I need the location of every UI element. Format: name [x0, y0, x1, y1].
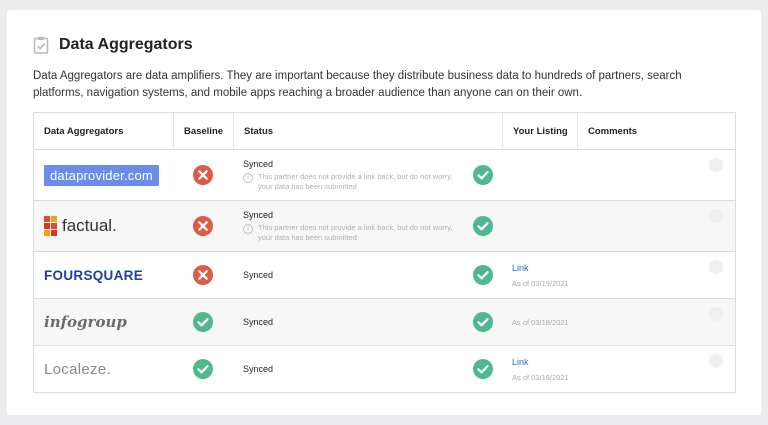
listing-date: As of 03/19/2021 [512, 278, 569, 288]
error-icon [193, 165, 213, 185]
infogroup-logo: infogroup [44, 313, 127, 331]
error-icon [193, 265, 213, 285]
table-row: dataprovider.com Synced i This partner do… [34, 150, 735, 201]
comment-icon[interactable] [709, 158, 723, 172]
status-text: Synced [243, 270, 274, 280]
comments-cell [577, 201, 735, 251]
synced-check-icon [473, 216, 493, 236]
header-listing: Your Listing [502, 113, 577, 149]
table-header: Data Aggregators Baseline Status Your Li… [34, 113, 735, 150]
comment-icon[interactable] [709, 354, 723, 368]
table-row: FOURSQUARE Synced Link As of 03/19/2021 [34, 252, 735, 299]
aggregators-table: Data Aggregators Baseline Status Your Li… [33, 112, 736, 393]
success-icon [193, 312, 213, 332]
listing-link[interactable]: Link [512, 263, 529, 273]
section-header: Data Aggregators [33, 36, 193, 54]
foursquare-logo: FOURSQUARE [44, 267, 144, 283]
status-note: i This partner does not provide a link ba… [243, 223, 458, 243]
comment-icon[interactable] [709, 209, 723, 223]
error-icon [193, 216, 213, 236]
comment-icon[interactable] [709, 260, 723, 274]
comments-cell [577, 299, 735, 345]
baseline-cell [173, 299, 233, 345]
header-baseline: Baseline [173, 113, 233, 149]
status-text: Synced [243, 317, 274, 327]
clipboard-check-icon [33, 36, 49, 54]
comments-cell [577, 252, 735, 298]
listing-cell: Link As of 03/18/2021 [502, 346, 577, 392]
synced-check-icon [473, 359, 493, 379]
comments-cell [577, 346, 735, 392]
data-aggregators-card: Data Aggregators Data Aggregators are da… [7, 10, 761, 415]
baseline-cell [173, 201, 233, 251]
aggregator-cell: FOURSQUARE [34, 252, 173, 298]
status-cell: Synced i This partner does not provide a … [233, 201, 502, 251]
header-status: Status [233, 113, 502, 149]
table-row: factual. Synced i This partner does not p… [34, 201, 735, 252]
comment-icon[interactable] [709, 307, 723, 321]
status-cell: Synced [233, 252, 502, 298]
aggregator-cell: factual. [34, 201, 173, 251]
synced-check-icon [473, 165, 493, 185]
status-cell: Synced [233, 346, 502, 392]
status-text: Synced [243, 209, 274, 220]
baseline-cell [173, 252, 233, 298]
dataprovider-logo: dataprovider.com [44, 164, 159, 186]
listing-cell [502, 150, 577, 200]
status-note: i This partner does not provide a link ba… [243, 172, 458, 192]
synced-check-icon [473, 312, 493, 332]
factual-logo: factual. [44, 216, 117, 236]
aggregator-cell: infogroup [34, 299, 173, 345]
info-icon: i [243, 172, 253, 183]
localeze-logo: Localeze. [44, 360, 111, 378]
section-title: Data Aggregators [59, 36, 193, 53]
success-icon [193, 359, 213, 379]
listing-link[interactable]: Link [512, 357, 529, 367]
section-description: Data Aggregators are data amplifiers. Th… [33, 70, 682, 99]
header-aggregators: Data Aggregators [44, 125, 124, 137]
listing-date: As of 03/18/2021 [512, 372, 569, 382]
aggregator-cell: Localeze. [34, 346, 173, 392]
info-icon: i [243, 223, 253, 234]
table-row: infogroup Synced As of 03/18/2021 [34, 299, 735, 346]
synced-check-icon [473, 265, 493, 285]
table-row: Localeze. Synced Link As of 03/18/2021 [34, 346, 735, 392]
status-text: Synced [243, 158, 274, 169]
listing-cell [502, 201, 577, 251]
note-text: This partner does not provide a link bac… [258, 171, 453, 191]
listing-cell: As of 03/18/2021 [502, 299, 577, 345]
comments-cell [577, 150, 735, 200]
status-cell: Synced [233, 299, 502, 345]
factual-mark-icon [44, 216, 57, 236]
note-text: This partner does not provide a link bac… [258, 222, 453, 242]
header-comments: Comments [577, 113, 735, 149]
baseline-cell [173, 150, 233, 200]
listing-date: As of 03/18/2021 [512, 317, 569, 327]
aggregator-cell: dataprovider.com [34, 150, 173, 200]
factual-logo-text: factual. [62, 216, 117, 235]
listing-cell: Link As of 03/19/2021 [502, 252, 577, 298]
status-text: Synced [243, 364, 274, 374]
baseline-cell [173, 346, 233, 392]
status-cell: Synced i This partner does not provide a … [233, 150, 502, 200]
